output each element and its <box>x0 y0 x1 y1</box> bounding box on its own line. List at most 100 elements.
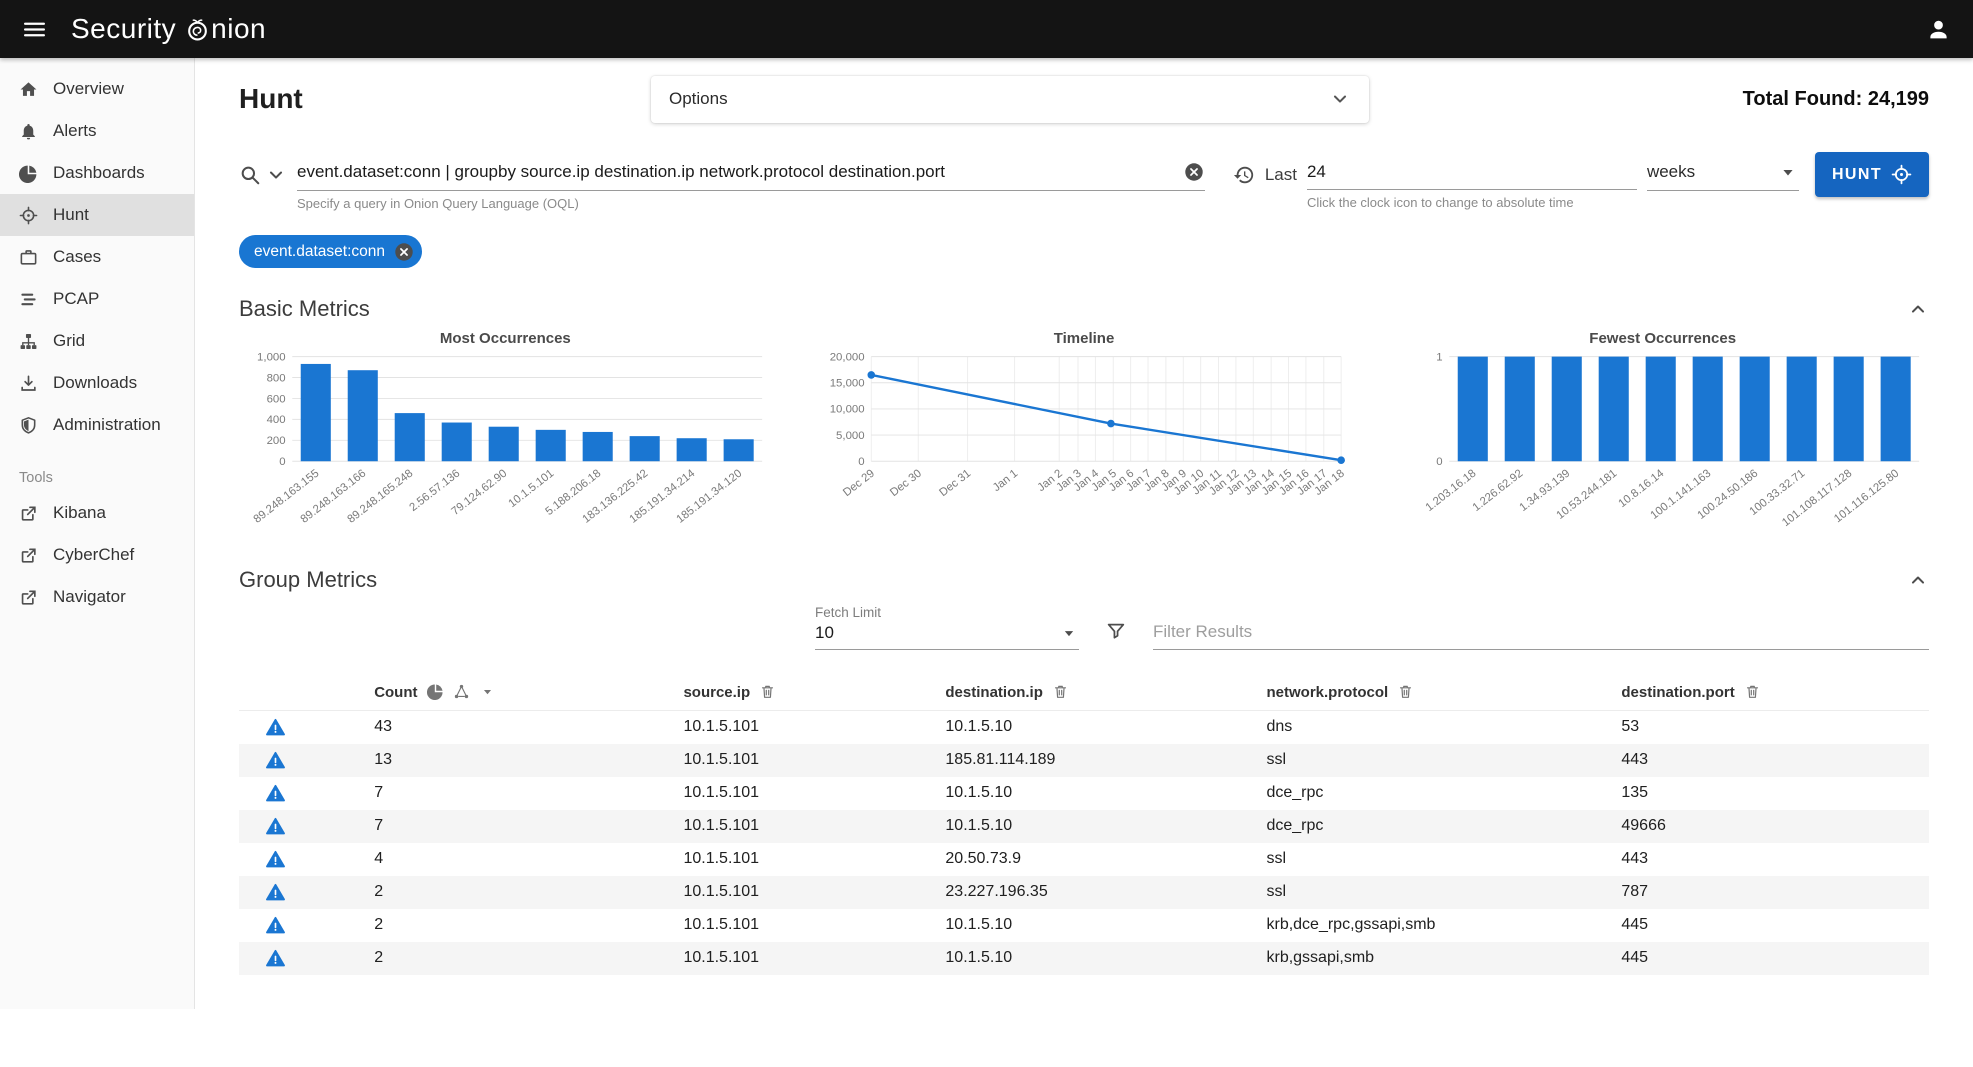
cell-count: 13 <box>374 744 683 777</box>
table-row[interactable]: 410.1.5.10120.50.73.9ssl443 <box>239 843 1929 876</box>
pie-chart-icon[interactable] <box>427 683 444 700</box>
cell-destination_ip: 10.1.5.10 <box>945 909 1266 942</box>
trash-icon[interactable] <box>1397 683 1414 700</box>
cell-count: 2 <box>374 942 683 975</box>
sidebar-item-alerts[interactable]: Alerts <box>0 110 194 152</box>
cell-network_protocol: ssl <box>1266 843 1621 876</box>
warning-triangle-icon[interactable] <box>265 948 286 969</box>
sidebar-item-label: Administration <box>53 415 161 435</box>
warning-triangle-icon[interactable] <box>265 849 286 870</box>
sidebar-item-kibana[interactable]: Kibana <box>0 492 194 534</box>
relative-time-field: Click the clock icon to change to absolu… <box>1307 160 1637 190</box>
sidebar-item-label: Grid <box>53 331 85 351</box>
column-header-network-protocol: network.protocol <box>1266 674 1621 711</box>
cell-source_ip: 10.1.5.101 <box>683 843 945 876</box>
caret-down-icon <box>1059 623 1079 643</box>
sidebar-item-overview[interactable]: Overview <box>0 68 194 110</box>
group-metrics-table: Countsource.ipdestination.ipnetwork.prot… <box>239 674 1929 975</box>
cell-destination_ip: 10.1.5.10 <box>945 777 1266 810</box>
search-icon[interactable] <box>239 164 261 186</box>
sidebar-item-downloads[interactable]: Downloads <box>0 362 194 404</box>
chart-title: Most Occurrences <box>239 330 772 347</box>
sidebar-item-navigator[interactable]: Navigator <box>0 576 194 618</box>
table-row[interactable]: 710.1.5.10110.1.5.10dce_rpc135 <box>239 777 1929 810</box>
clear-query-icon[interactable] <box>1183 161 1205 183</box>
user-menu-button[interactable] <box>1914 5 1963 54</box>
sidebar-item-label: Navigator <box>53 587 126 607</box>
table-row[interactable]: 210.1.5.10110.1.5.10krb,gssapi,smb445 <box>239 942 1929 975</box>
menu-button[interactable] <box>10 5 59 54</box>
time-unit-select[interactable]: weeks <box>1647 159 1799 191</box>
column-header-label: Count <box>374 684 417 701</box>
sidebar-item-cases[interactable]: Cases <box>0 236 194 278</box>
table-row[interactable]: 710.1.5.10110.1.5.10dce_rpc49666 <box>239 810 1929 843</box>
chart-fewest-occurrences: Fewest Occurrences 011.203.16.181.226.62… <box>1396 330 1929 539</box>
remove-filter-icon[interactable] <box>393 241 415 263</box>
filter-results-input[interactable] <box>1153 622 1929 642</box>
download-icon <box>19 374 38 393</box>
query-field: Specify a query in Onion Query Language … <box>297 159 1205 191</box>
time-unit-value: weeks <box>1647 162 1695 182</box>
warning-triangle-icon[interactable] <box>265 750 286 771</box>
group-metrics-controls: Fetch Limit 10 <box>239 605 1929 650</box>
options-panel-header[interactable]: Options <box>651 76 1369 123</box>
sidebar-nav: OverviewAlertsDashboards Hunt CasesPCAP Gri… <box>0 68 194 446</box>
cell-destination_port: 53 <box>1621 711 1929 744</box>
warning-triangle-icon[interactable] <box>265 783 286 804</box>
sidebar-item-dashboards[interactable]: Dashboards <box>0 152 194 194</box>
warning-triangle-icon[interactable] <box>265 882 286 903</box>
sidebar-item-label: Hunt <box>53 205 89 225</box>
row-actions-cell <box>239 744 374 777</box>
chevron-down-icon <box>1329 88 1351 110</box>
cell-count: 7 <box>374 810 683 843</box>
column-header-label: destination.port <box>1621 684 1734 701</box>
trash-icon[interactable] <box>759 683 776 700</box>
warning-triangle-icon[interactable] <box>265 816 286 837</box>
cell-network_protocol: ssl <box>1266 876 1621 909</box>
caret-down-icon[interactable] <box>479 683 496 700</box>
filter-chip-label: event.dataset:conn <box>254 243 385 261</box>
cell-destination_ip: 20.50.73.9 <box>945 843 1266 876</box>
svg-text:1.203.16.18: 1.203.16.18 <box>1424 467 1479 514</box>
hunt-button[interactable]: HUNT <box>1815 152 1929 197</box>
filter-chip[interactable]: event.dataset:conn <box>239 235 422 268</box>
table-row[interactable]: 4310.1.5.10110.1.5.10dns53 <box>239 711 1929 744</box>
chart-title: Timeline <box>818 330 1351 347</box>
table-row[interactable]: 210.1.5.10110.1.5.10krb,dce_rpc,gssapi,s… <box>239 909 1929 942</box>
collapse-basic-metrics-icon[interactable] <box>1907 298 1929 320</box>
chart-title: Fewest Occurrences <box>1396 330 1929 347</box>
total-found: Total Found: 24,199 <box>1743 88 1929 111</box>
trash-icon[interactable] <box>1052 683 1069 700</box>
warning-triangle-icon[interactable] <box>265 915 286 936</box>
row-actions-cell <box>239 909 374 942</box>
stream-icon <box>19 290 38 309</box>
cell-destination_ip: 10.1.5.10 <box>945 711 1266 744</box>
cell-destination_ip: 10.1.5.10 <box>945 942 1266 975</box>
query-history-chevron-icon[interactable] <box>265 164 287 186</box>
sidebar-item-pcap[interactable]: PCAP <box>0 278 194 320</box>
table-row[interactable]: 1310.1.5.101185.81.114.189ssl443 <box>239 744 1929 777</box>
sidebar-item-label: Kibana <box>53 503 106 523</box>
relative-time-input[interactable] <box>1307 162 1637 182</box>
sidebar-item-label: Downloads <box>53 373 137 393</box>
trash-icon[interactable] <box>1744 683 1761 700</box>
crosshairs-icon <box>19 206 38 225</box>
sidebar-item-hunt[interactable]: Hunt <box>0 194 194 236</box>
warning-triangle-icon[interactable] <box>265 717 286 738</box>
sidebar-item-administration[interactable]: Administration <box>0 404 194 446</box>
main-content: Hunt Options Total Found: 24,199 Specify… <box>195 58 1973 1009</box>
history-clock-icon[interactable] <box>1233 164 1255 186</box>
page-header: Hunt Options Total Found: 24,199 <box>239 72 1929 126</box>
collapse-group-metrics-icon[interactable] <box>1907 569 1929 591</box>
fetch-limit-value: 10 <box>815 623 834 643</box>
cell-source_ip: 10.1.5.101 <box>683 909 945 942</box>
sidebar-item-grid[interactable]: Grid <box>0 320 194 362</box>
chart-most-occurrences: Most Occurrences 02004006008001,00089.24… <box>239 330 772 539</box>
fetch-limit-select[interactable]: Fetch Limit 10 <box>815 605 1079 650</box>
home-icon <box>19 80 38 99</box>
sidebar-item-cyberchef[interactable]: CyberChef <box>0 534 194 576</box>
graph-icon[interactable] <box>453 683 470 700</box>
external-link-icon <box>19 546 38 565</box>
query-input[interactable] <box>297 162 1177 182</box>
table-row[interactable]: 210.1.5.10123.227.196.35ssl787 <box>239 876 1929 909</box>
